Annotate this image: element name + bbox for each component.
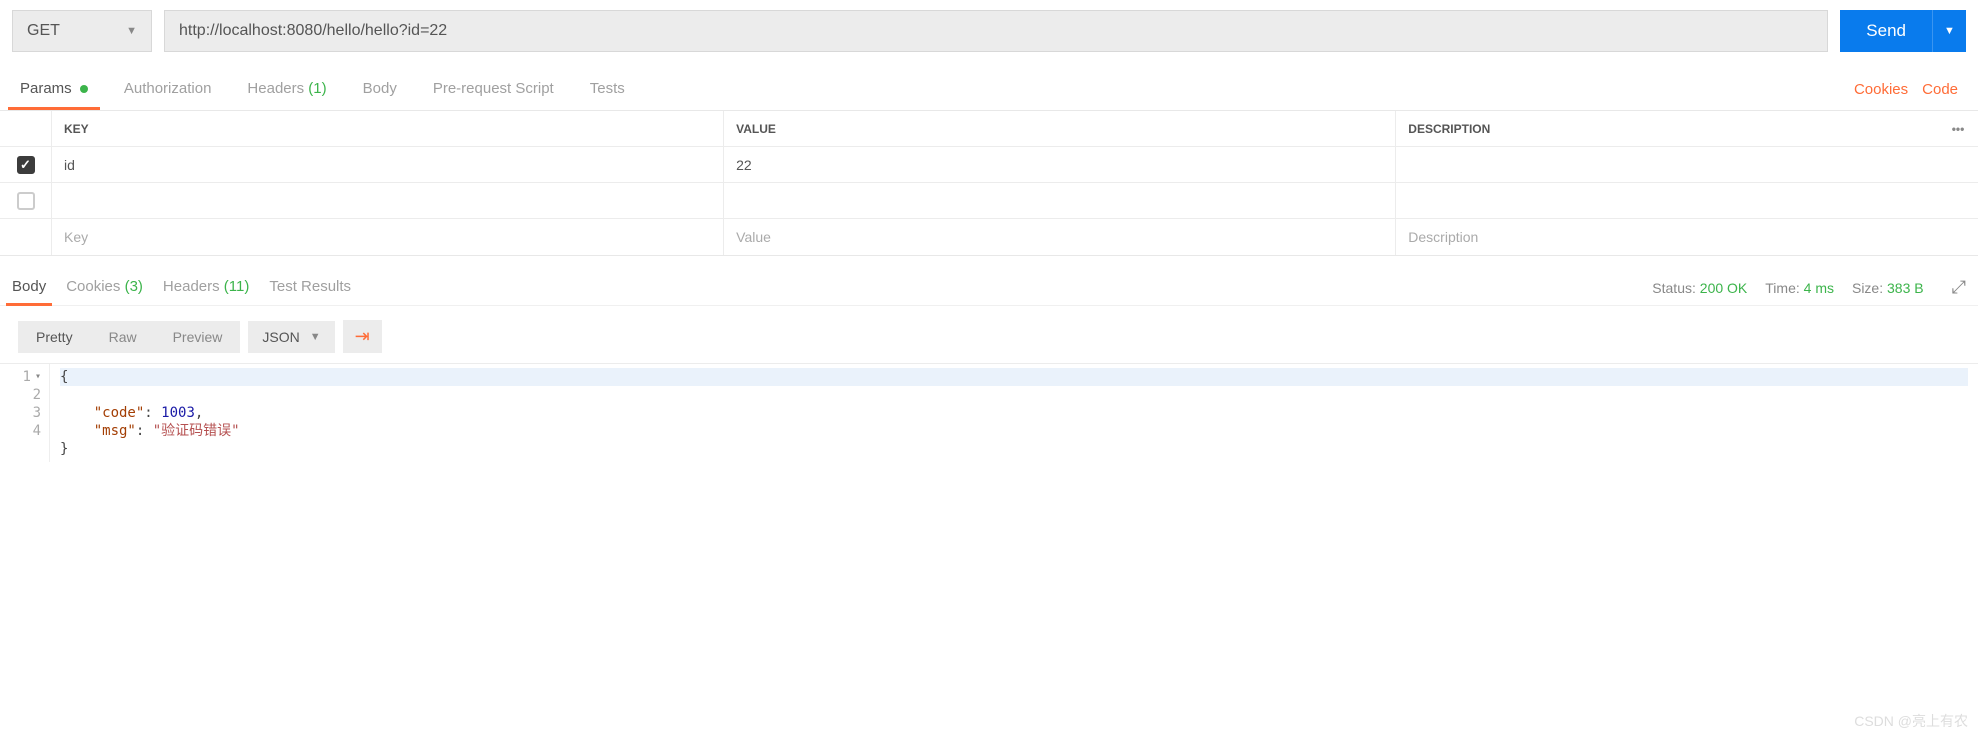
- response-body: 1▾ 2 3 4 { "code": 1003, "msg": "验证码错误" …: [0, 363, 1978, 462]
- line-gutter: 1▾ 2 3 4: [0, 364, 50, 462]
- send-dropdown-button[interactable]: ▼: [1932, 10, 1966, 52]
- param-key-input[interactable]: id: [52, 147, 724, 182]
- tab-body[interactable]: Body: [363, 70, 397, 109]
- table-row: [0, 183, 1978, 219]
- status-info: Status: 200 OK Time: 4 ms Size: 383 B ⤢: [1652, 277, 1966, 298]
- url-input[interactable]: http://localhost:8080/hello/hello?id=22: [164, 10, 1828, 52]
- response-tab-headers[interactable]: Headers (11): [163, 270, 249, 305]
- value-header: VALUE: [724, 111, 1396, 146]
- bulk-edit-icon[interactable]: •••: [1938, 111, 1978, 146]
- chevron-down-icon: ▼: [310, 331, 321, 343]
- table-row: id 22: [0, 147, 1978, 183]
- tab-params[interactable]: Params: [20, 70, 88, 109]
- link-cookies[interactable]: Cookies: [1854, 81, 1908, 98]
- fold-arrow-icon[interactable]: ▾: [35, 368, 41, 386]
- view-pretty-button[interactable]: Pretty: [18, 321, 91, 353]
- view-raw-button[interactable]: Raw: [91, 321, 155, 353]
- param-value-input[interactable]: 22: [724, 147, 1396, 182]
- watermark: CSDN @亮上有农: [1854, 711, 1968, 731]
- param-key-input[interactable]: Key: [52, 219, 724, 255]
- status-time: 4 ms: [1804, 280, 1834, 296]
- tab-authorization[interactable]: Authorization: [124, 70, 212, 109]
- param-desc-input[interactable]: [1396, 147, 1938, 182]
- param-desc-input[interactable]: [1396, 183, 1938, 218]
- view-preview-button[interactable]: Preview: [155, 321, 241, 353]
- param-value-input[interactable]: [724, 183, 1396, 218]
- table-row: Key Value Description: [0, 219, 1978, 255]
- chevron-down-icon: ▼: [126, 25, 137, 37]
- http-method-select[interactable]: GET ▼: [12, 10, 152, 52]
- chevron-down-icon: ▼: [1944, 25, 1955, 37]
- param-desc-input[interactable]: Description: [1396, 219, 1938, 255]
- key-header: KEY: [52, 111, 724, 146]
- response-tab-body[interactable]: Body: [12, 270, 46, 305]
- wrap-line-button[interactable]: ⇥: [343, 320, 382, 353]
- expand-icon[interactable]: ⤢: [1952, 277, 1966, 298]
- url-value: http://localhost:8080/hello/hello?id=22: [179, 22, 447, 40]
- status-code: 200 OK: [1700, 280, 1747, 296]
- tab-tests[interactable]: Tests: [590, 70, 625, 109]
- link-code[interactable]: Code: [1922, 81, 1958, 98]
- tab-headers[interactable]: Headers (1): [247, 70, 326, 109]
- status-size: 383 B: [1887, 280, 1924, 296]
- active-dot-icon: [80, 85, 88, 93]
- send-button[interactable]: Send: [1840, 10, 1932, 52]
- format-select[interactable]: JSON ▼: [248, 321, 334, 353]
- param-checkbox[interactable]: [17, 156, 35, 174]
- description-header: DESCRIPTION: [1396, 111, 1938, 146]
- param-value-input[interactable]: Value: [724, 219, 1396, 255]
- tab-prerequest[interactable]: Pre-request Script: [433, 70, 554, 109]
- response-tab-testresults[interactable]: Test Results: [269, 270, 351, 305]
- param-key-input[interactable]: [52, 183, 724, 218]
- response-tab-cookies[interactable]: Cookies (3): [66, 270, 143, 305]
- param-checkbox[interactable]: [17, 192, 35, 210]
- checkbox-header-cell: [0, 111, 52, 146]
- response-code[interactable]: { "code": 1003, "msg": "验证码错误" }: [50, 364, 1978, 462]
- http-method-value: GET: [27, 22, 60, 40]
- params-table: KEY VALUE DESCRIPTION ••• id 22 Key Valu…: [0, 110, 1978, 256]
